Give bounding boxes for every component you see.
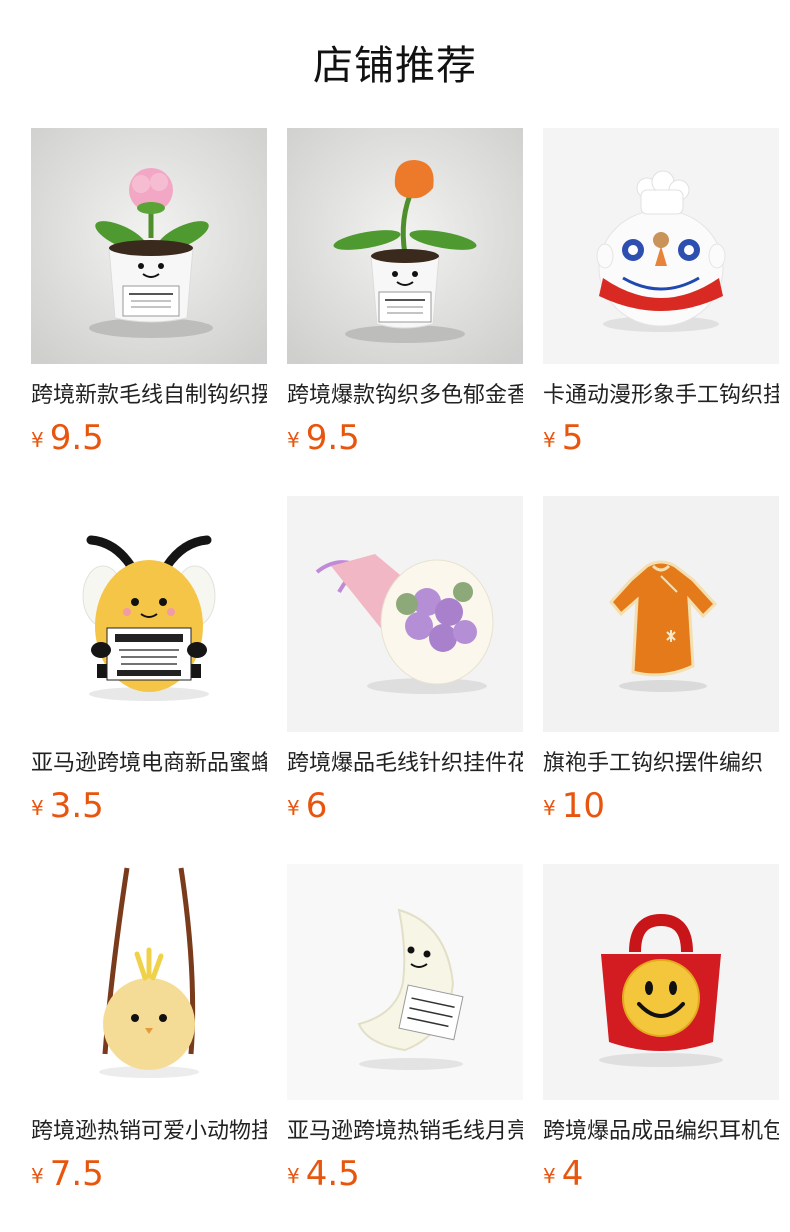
product-price: ¥7.5 <box>31 1152 104 1196</box>
smiley-bag-crochet-icon <box>543 864 779 1100</box>
product-card[interactable]: 亚马逊跨境热销毛线月亮 ¥4.5 <box>287 864 523 1232</box>
product-price: ¥9.5 <box>31 416 104 460</box>
product-name[interactable]: 旗袍手工钩织摆件编织 <box>543 748 779 780</box>
product-image[interactable] <box>31 496 267 732</box>
product-name[interactable]: 跨境新款毛线自制钩织摆件 <box>31 380 267 412</box>
product-price: ¥3.5 <box>31 784 104 828</box>
product-image[interactable] <box>287 864 523 1100</box>
currency-symbol: ¥ <box>31 1164 44 1188</box>
price-value: 6 <box>305 786 328 826</box>
page-title: 店铺推荐 <box>313 43 477 89</box>
currency-symbol: ¥ <box>543 428 556 452</box>
product-image[interactable] <box>543 864 779 1100</box>
product-image[interactable] <box>543 128 779 364</box>
cartoon-character-crochet-icon <box>543 128 779 364</box>
price-value: 3.5 <box>49 786 104 826</box>
product-price: ¥6 <box>287 784 327 828</box>
currency-symbol: ¥ <box>31 428 44 452</box>
price-value: 10 <box>561 786 605 826</box>
currency-symbol: ¥ <box>543 1164 556 1188</box>
product-card[interactable]: 跨境新款毛线自制钩织摆件 ¥9.5 <box>31 128 267 496</box>
tulip-pot-crochet-icon <box>287 128 523 364</box>
bouquet-crochet-icon <box>287 496 523 732</box>
product-image[interactable] <box>287 496 523 732</box>
product-name[interactable]: 卡通动漫形象手工钩织挂件 <box>543 380 779 412</box>
product-image[interactable] <box>31 864 267 1100</box>
price-value: 9.5 <box>305 418 360 458</box>
product-image[interactable] <box>31 128 267 364</box>
product-price: ¥4.5 <box>287 1152 360 1196</box>
product-card[interactable]: 卡通动漫形象手工钩织挂件 ¥5 <box>543 128 779 496</box>
product-card[interactable]: 跨境爆品成品编织耳机包 ¥4 <box>543 864 779 1232</box>
product-card[interactable]: 亚马逊跨境电商新品蜜蜂 ¥3.5 <box>31 496 267 864</box>
currency-symbol: ¥ <box>31 796 44 820</box>
product-name[interactable]: 亚马逊跨境电商新品蜜蜂 <box>31 748 267 780</box>
currency-symbol: ¥ <box>543 796 556 820</box>
currency-symbol: ¥ <box>287 796 300 820</box>
product-grid: 跨境新款毛线自制钩织摆件 ¥9.5 <box>31 128 779 1232</box>
product-image[interactable] <box>543 496 779 732</box>
product-name[interactable]: 跨境爆品毛线针织挂件花束 <box>287 748 523 780</box>
bee-crochet-icon <box>31 496 267 732</box>
product-card[interactable]: 跨境爆品毛线针织挂件花束 ¥6 <box>287 496 523 864</box>
product-price: ¥10 <box>543 784 605 828</box>
product-name[interactable]: 跨境爆品成品编织耳机包 <box>543 1116 779 1148</box>
flower-pot-crochet-icon <box>31 128 267 364</box>
product-card[interactable]: 跨境逊热销可爱小动物挂件 ¥7.5 <box>31 864 267 1232</box>
product-price: ¥4 <box>543 1152 583 1196</box>
price-value: 5 <box>561 418 584 458</box>
price-value: 4.5 <box>305 1154 360 1194</box>
product-name[interactable]: 跨境爆款钩织多色郁金香盆栽 <box>287 380 523 412</box>
qipao-crochet-icon <box>543 496 779 732</box>
product-price: ¥9.5 <box>287 416 360 460</box>
currency-symbol: ¥ <box>287 1164 300 1188</box>
price-value: 4 <box>561 1154 584 1194</box>
moon-crochet-icon <box>287 864 523 1100</box>
price-value: 7.5 <box>49 1154 104 1194</box>
currency-symbol: ¥ <box>287 428 300 452</box>
product-price: ¥5 <box>543 416 583 460</box>
chick-bag-crochet-icon <box>31 864 267 1100</box>
product-card[interactable]: 旗袍手工钩织摆件编织 ¥10 <box>543 496 779 864</box>
product-name[interactable]: 跨境逊热销可爱小动物挂件 <box>31 1116 267 1148</box>
product-image[interactable] <box>287 128 523 364</box>
product-card[interactable]: 跨境爆款钩织多色郁金香盆栽 ¥9.5 <box>287 128 523 496</box>
product-name[interactable]: 亚马逊跨境热销毛线月亮 <box>287 1116 523 1148</box>
price-value: 9.5 <box>49 418 104 458</box>
